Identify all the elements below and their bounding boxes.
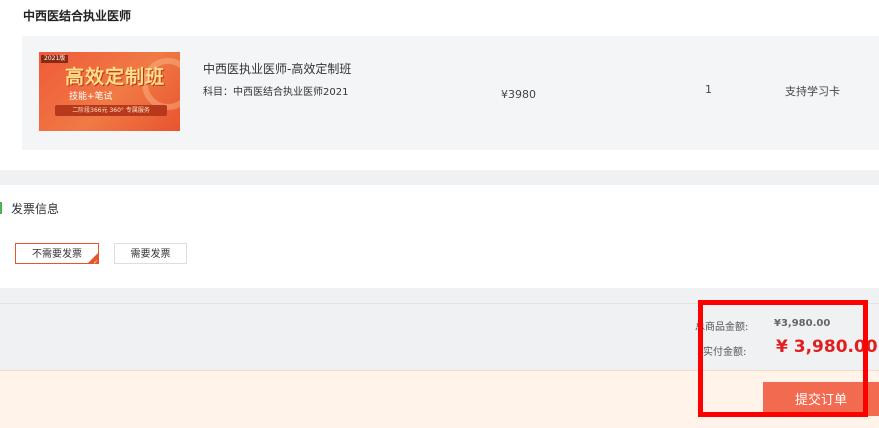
- no-invoice-label: 不需要发票: [32, 249, 82, 260]
- product-support-note: 支持学习卡: [785, 85, 840, 98]
- thumbnail-band: 二阶段366元 360° 专属服务: [55, 105, 167, 116]
- need-invoice-label: 需要发票: [130, 249, 171, 260]
- highlight-annotation-box: [698, 300, 868, 417]
- product-subject: 科目：中西医结合执业医师2021: [203, 87, 349, 98]
- product-panel: 中西医结合执业医师 2021版 高效定制班 技能+笔试 二阶段366元 360°…: [0, 0, 879, 170]
- product-row: 2021版 高效定制班 技能+笔试 二阶段366元 360° 专属服务 中西医执…: [22, 36, 879, 150]
- course-thumbnail[interactable]: 2021版 高效定制班 技能+笔试 二阶段366元 360° 专属服务: [39, 52, 180, 131]
- need-invoice-option[interactable]: 需要发票: [114, 243, 187, 264]
- product-quantity: 1: [705, 83, 712, 96]
- category-title: 中西医结合执业医师: [23, 9, 132, 23]
- invoice-title: 发票信息: [11, 202, 60, 216]
- check-icon: ✓: [92, 259, 98, 266]
- section-marker: [0, 202, 2, 214]
- invoice-panel: 发票信息 不需要发票 ✓ 需要发票: [0, 185, 879, 288]
- product-price: ¥3980: [501, 88, 536, 101]
- thumbnail-subtitle: 技能+笔试: [69, 92, 113, 102]
- thumbnail-title: 高效定制班: [65, 66, 166, 88]
- product-name[interactable]: 中西医执业医师-高效定制班: [203, 60, 351, 77]
- no-invoice-option[interactable]: 不需要发票 ✓: [15, 243, 99, 266]
